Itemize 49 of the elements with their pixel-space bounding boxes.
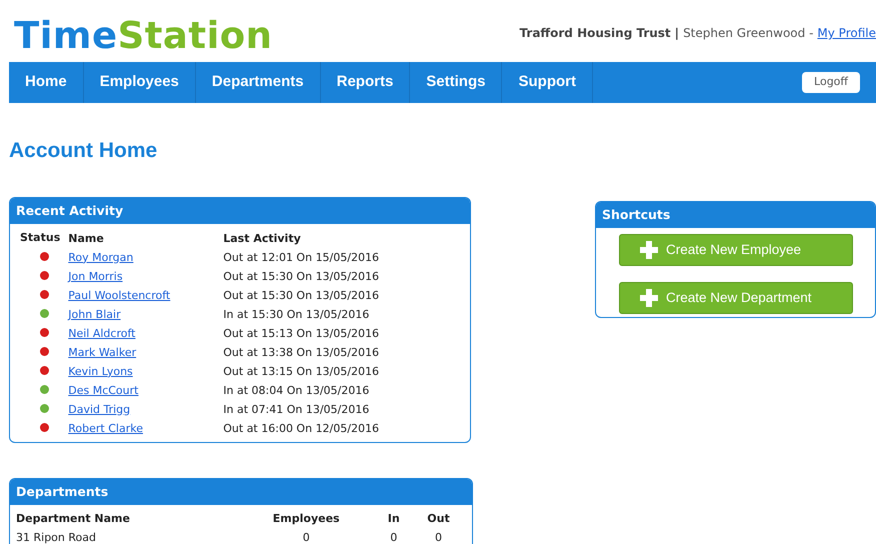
column-header: Out: [426, 511, 451, 527]
employee-link[interactable]: David Trigg: [68, 402, 130, 416]
separator-text: |: [674, 25, 680, 42]
logo: TimeStation: [14, 17, 273, 54]
employee-link[interactable]: John Blair: [68, 308, 121, 321]
activity-cell-text: Out at 13:38 On 13/05/2016: [223, 344, 379, 361]
employee-link[interactable]: Robert Clarke: [68, 422, 143, 435]
plus-icon: [640, 241, 658, 259]
employee-link[interactable]: Kevin Lyons: [68, 364, 133, 378]
nav-item[interactable]: Departments: [196, 62, 321, 103]
activity-cell-text: Out at 13:15 On 13/05/2016: [223, 364, 379, 380]
page-title: Account Home: [9, 140, 158, 161]
plus-icon: [640, 289, 658, 307]
organisation-name: Trafford Housing Trust: [520, 25, 671, 42]
activity-cell-text: Out at 15:30 On 13/05/2016: [223, 288, 379, 304]
employee-link[interactable]: Mark Walker: [68, 346, 136, 359]
column-header: Employees: [272, 511, 341, 527]
employee-link[interactable]: Jon Morris: [68, 270, 123, 283]
table-cell-text: 0: [434, 530, 444, 544]
activity-cell-text: Out at 15:30 On 13/05/2016: [223, 268, 379, 285]
panel-title: Recent Activity: [16, 202, 124, 220]
nav-item[interactable]: Employees: [84, 62, 196, 103]
column-header: Last Activity: [223, 231, 302, 247]
activity-cell-text: Out at 12:01 On 15/05/2016: [223, 250, 379, 266]
nav-item[interactable]: Support: [502, 62, 593, 103]
nav-item[interactable]: Reports: [320, 62, 410, 103]
activity-cell-text: In at 08:04 On 13/05/2016: [223, 382, 370, 399]
activity-cell-text: Out at 16:00 On 12/05/2016: [223, 420, 379, 437]
table-cell-text: 0: [389, 530, 398, 544]
nav-item[interactable]: Home: [9, 62, 84, 103]
activity-cell-text: In at 07:41 On 13/05/2016: [223, 402, 370, 418]
column-header: In: [386, 511, 401, 527]
employee-link[interactable]: Neil Aldcroft: [68, 326, 136, 340]
column-header: Department Name: [16, 511, 131, 527]
employee-link[interactable]: Des McCourt: [68, 384, 138, 397]
panel-title: Departments: [16, 482, 108, 501]
table-cell-text: 0: [302, 530, 311, 544]
user-name: Stephen Greenwood -: [683, 25, 814, 42]
panel-title: Shortcuts: [602, 206, 670, 224]
profile-link[interactable]: My Profile: [817, 24, 876, 42]
table-cell-text: 31 Ripon Road: [16, 530, 97, 544]
activity-cell-text: In at 15:30 On 13/05/2016: [223, 306, 370, 323]
nav-item[interactable]: Settings: [410, 62, 502, 103]
activity-cell-text: Out at 15:13 On 13/05/2016: [223, 326, 379, 342]
logoff-button[interactable]: Logoff: [802, 72, 860, 93]
column-header: Name: [68, 231, 105, 247]
employee-link[interactable]: Paul Woolstencroft: [68, 288, 170, 302]
column-header: Status: [20, 230, 62, 246]
employee-link[interactable]: Roy Morgan: [68, 250, 134, 264]
